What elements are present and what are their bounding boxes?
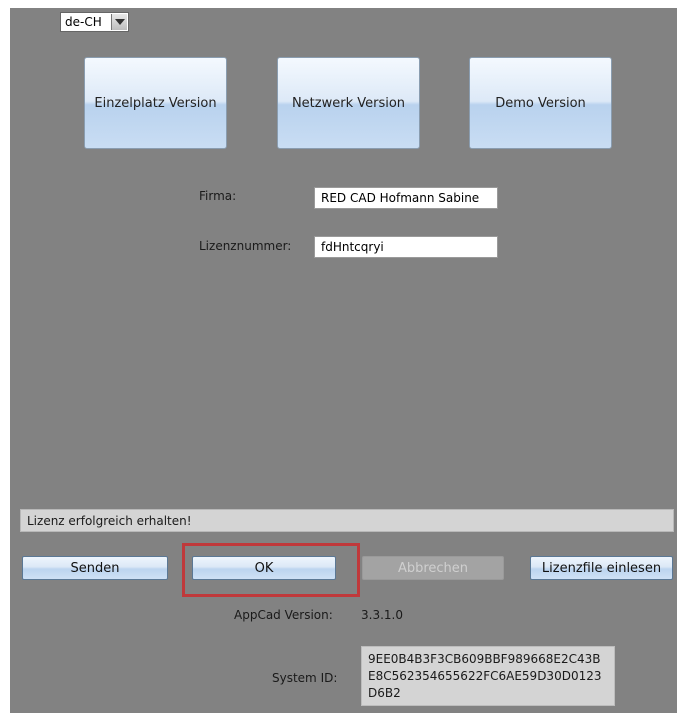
status-bar: Lizenz erfolgreich erhalten! (20, 509, 674, 532)
demo-version-button[interactable]: Demo Version (469, 57, 612, 149)
einzelplatz-version-button[interactable]: Einzelplatz Version (84, 57, 227, 149)
lizenznummer-field[interactable]: fdHntcqryi (314, 236, 498, 258)
appcad-version-label: AppCad Version: (234, 608, 333, 622)
chevron-down-icon[interactable] (111, 14, 127, 30)
lizenzfile-einlesen-button[interactable]: Lizenzfile einlesen (530, 556, 673, 580)
senden-button[interactable]: Senden (22, 556, 168, 580)
appcad-version-value: 3.3.1.0 (361, 608, 403, 622)
system-id-label: System ID: (272, 671, 338, 685)
firma-field[interactable]: RED CAD Hofmann Sabine (314, 187, 498, 209)
ok-highlight-frame (182, 543, 360, 597)
language-value: de-CH (65, 15, 102, 29)
firma-label: Firma: (199, 189, 237, 203)
abbrechen-button: Abbrechen (362, 556, 504, 580)
lizenznummer-label: Lizenznummer: (199, 239, 292, 253)
netzwerk-version-button[interactable]: Netzwerk Version (277, 57, 420, 149)
language-select[interactable]: de-CH (60, 12, 129, 32)
system-id-value: 9EE0B4B3F3CB609BBF989668E2C43BE8C5623546… (361, 646, 615, 706)
